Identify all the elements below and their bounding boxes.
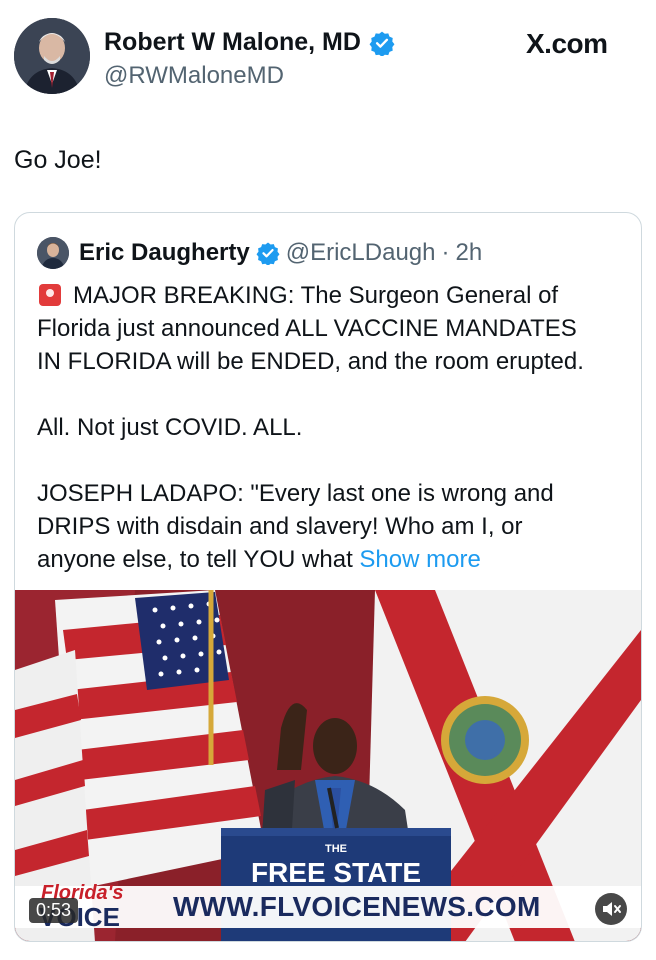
quote-line: DRIPS with disdain and slavery! Who am I… — [37, 513, 523, 540]
author-display-name[interactable]: Robert W Malone, MD — [104, 28, 361, 57]
show-more-link[interactable]: Show more — [359, 546, 480, 573]
quoted-tweet-header: Eric Daugherty @EricLDaugh · 2h — [37, 237, 482, 269]
author-name-row: Robert W Malone, MD — [104, 28, 395, 57]
mute-button[interactable] — [595, 893, 627, 925]
verified-badge-icon — [369, 31, 395, 56]
video-timer: 0:53 — [29, 898, 79, 923]
quote-line: All. Not just COVID. ALL. — [37, 414, 303, 441]
quoted-tweet-card[interactable]: Eric Daugherty @EricLDaugh · 2h MAJOR BR… — [14, 212, 642, 942]
source-label: X.com — [526, 28, 608, 59]
video-player[interactable]: THE FREE STATE Florida's VOICE WWW.FLVOI… — [15, 590, 641, 941]
author-avatar[interactable] — [14, 18, 90, 94]
podium-main-text: FREE STATE — [251, 857, 421, 888]
quoted-tweet-time[interactable]: 2h — [455, 239, 482, 267]
quote-line: anyone else, to tell YOU what — [37, 546, 360, 573]
banner-url: WWW.FLVOICENEWS.COM — [173, 891, 541, 922]
author-handle[interactable]: @RWMaloneMD — [104, 62, 284, 90]
tweet-text: Go Joe! — [14, 146, 102, 174]
quote-line: JOSEPH LADAPO: "Every last one is wrong … — [37, 480, 554, 507]
quote-line: Florida just announced ALL VACCINE MANDA… — [37, 315, 577, 342]
separator-dot: · — [441, 239, 450, 266]
podium-small-text: THE — [325, 843, 347, 855]
quoted-author-avatar[interactable] — [37, 237, 69, 269]
quoted-tweet-body: MAJOR BREAKING: The Surgeon General of F… — [37, 279, 627, 576]
quote-line: IN FLORIDA will be ENDED, and the room e… — [37, 348, 584, 375]
siren-icon — [39, 284, 61, 306]
quote-line: MAJOR BREAKING: The Surgeon General of — [73, 282, 559, 309]
speaker-muted-icon — [603, 902, 621, 916]
verified-badge-icon — [256, 242, 280, 265]
quoted-author-handle[interactable]: @EricLDaugh — [286, 239, 436, 267]
quoted-author-name[interactable]: Eric Daugherty — [79, 239, 250, 267]
tweet-header: Robert W Malone, MD @RWMaloneMD X.com — [0, 0, 656, 110]
